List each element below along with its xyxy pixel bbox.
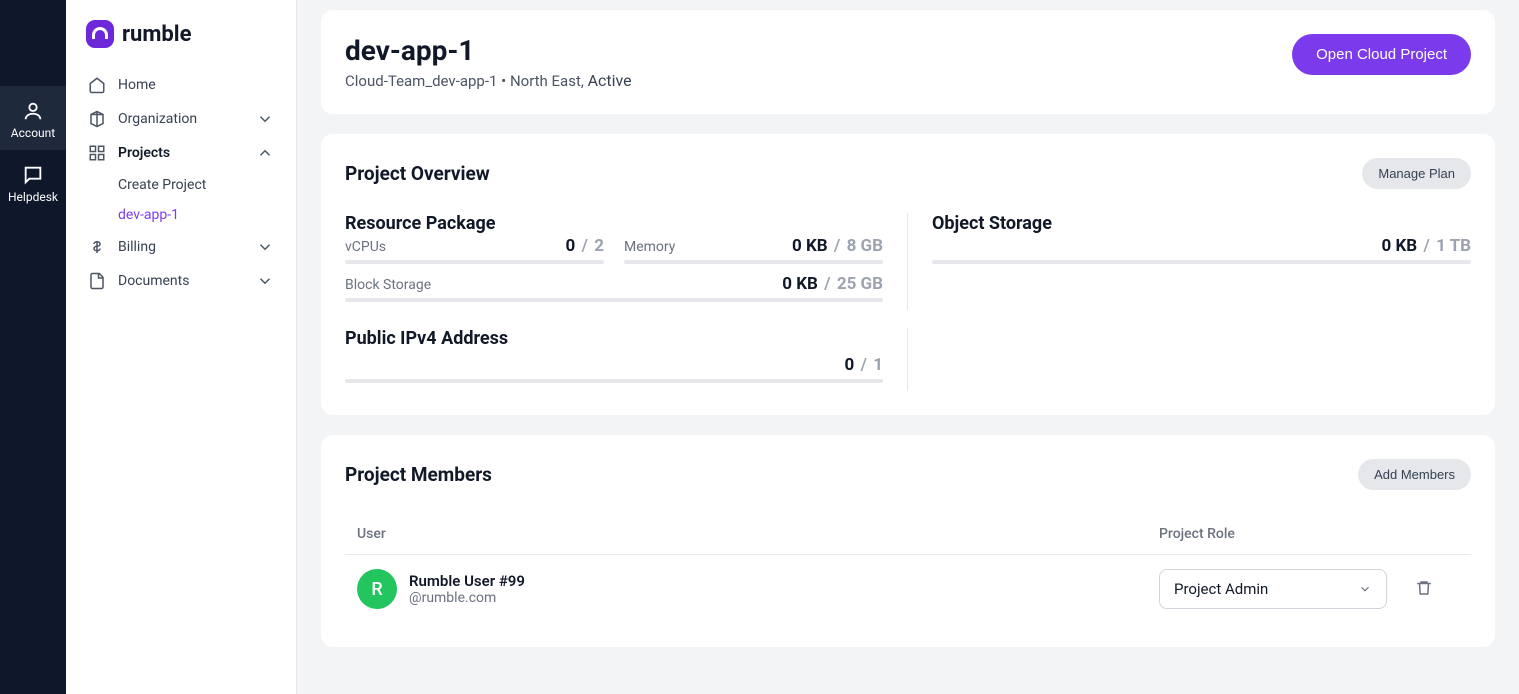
sidebar: rumble Home Organization Projects Create… <box>66 0 297 694</box>
ipv4-max: 1 <box>873 355 883 375</box>
document-icon <box>88 272 106 290</box>
nav-dev-app-1[interactable]: dev-app-1 <box>78 200 284 230</box>
object-storage-title: Object Storage <box>932 213 1471 234</box>
brand-logo[interactable]: rumble <box>78 16 284 68</box>
trash-icon <box>1415 579 1433 597</box>
metric-memory: Memory 0 KB / 8 GB <box>624 236 883 264</box>
obj-storage-bar <box>932 260 1471 264</box>
chat-icon <box>22 164 44 186</box>
role-select[interactable]: Project Admin <box>1159 569 1387 609</box>
rail-account[interactable]: Account <box>0 86 66 150</box>
subtitle-status: Active <box>588 71 632 90</box>
cloud-icon <box>86 20 114 48</box>
vcpus-max: 2 <box>594 236 604 256</box>
add-members-button[interactable]: Add Members <box>1358 459 1471 490</box>
chevron-down-icon <box>1358 582 1372 596</box>
home-icon <box>88 76 106 94</box>
main-content: dev-app-1 Cloud-Team_dev-app-1 • North E… <box>297 0 1519 694</box>
memory-max: 8 GB <box>847 236 883 256</box>
chevron-down-icon <box>256 238 274 256</box>
vcpus-label: vCPUs <box>345 239 386 255</box>
nav-organization[interactable]: Organization <box>78 102 284 136</box>
nav-projects[interactable]: Projects <box>78 136 284 170</box>
nav-home[interactable]: Home <box>78 68 284 102</box>
dollar-icon <box>88 238 106 256</box>
open-cloud-project-button[interactable]: Open Cloud Project <box>1292 34 1471 75</box>
nav-billing[interactable]: Billing <box>78 230 284 264</box>
nav-home-label: Home <box>118 77 156 93</box>
resource-package-title: Resource Package <box>345 213 883 234</box>
metric-object-storage: 0 KB / 1 TB <box>932 236 1471 264</box>
obj-storage-value: 0 KB <box>1382 236 1418 256</box>
col-user-header: User <box>357 526 1159 542</box>
ipv4-value: 0 <box>845 355 855 375</box>
subtitle-region: North East <box>510 72 581 90</box>
user-icon <box>22 100 44 122</box>
vcpus-bar <box>345 260 604 264</box>
members-title: Project Members <box>345 463 492 486</box>
page-title: dev-app-1 <box>345 34 632 67</box>
brand-name: rumble <box>122 22 192 47</box>
subtitle-org: Cloud-Team_dev-app-1 <box>345 72 497 90</box>
rail-helpdesk-label: Helpdesk <box>8 190 58 204</box>
nav-create-project[interactable]: Create Project <box>78 170 284 200</box>
col-role-header: Project Role <box>1159 526 1459 542</box>
nav-documents[interactable]: Documents <box>78 264 284 298</box>
chevron-down-icon <box>256 110 274 128</box>
manage-plan-button[interactable]: Manage Plan <box>1362 158 1471 189</box>
block-storage-max: 25 GB <box>837 274 883 294</box>
page-subtitle: Cloud-Team_dev-app-1 • North East, Activ… <box>345 71 632 90</box>
app-rail: Account Helpdesk <box>0 0 66 694</box>
member-email: @rumble.com <box>409 590 525 606</box>
member-name: Rumble User #99 <box>409 572 525 590</box>
metric-ipv4: 0 / 1 <box>345 355 883 383</box>
grid-icon <box>88 144 106 162</box>
obj-storage-max: 1 TB <box>1436 236 1471 256</box>
nav-documents-label: Documents <box>118 273 189 289</box>
project-members-card: Project Members Add Members User Project… <box>321 435 1495 647</box>
role-value: Project Admin <box>1174 580 1268 598</box>
delete-member-button[interactable] <box>1415 579 1433 600</box>
metric-vcpus: vCPUs 0 / 2 <box>345 236 604 264</box>
metric-block-storage: Block Storage 0 KB / 25 GB <box>345 274 883 302</box>
avatar: R <box>357 569 397 609</box>
memory-bar <box>624 260 883 264</box>
block-storage-label: Block Storage <box>345 277 431 293</box>
overview-title: Project Overview <box>345 162 490 185</box>
cube-icon <box>88 110 106 128</box>
project-overview-card: Project Overview Manage Plan Resource Pa… <box>321 134 1495 415</box>
public-ipv4-title: Public IPv4 Address <box>345 328 883 349</box>
vcpus-value: 0 <box>566 236 576 256</box>
nav-organization-label: Organization <box>118 111 197 127</box>
nav-billing-label: Billing <box>118 239 156 255</box>
memory-value: 0 KB <box>792 236 828 256</box>
chevron-down-icon <box>256 272 274 290</box>
chevron-up-icon <box>256 144 274 162</box>
rail-account-label: Account <box>11 126 55 140</box>
rail-helpdesk[interactable]: Helpdesk <box>0 150 66 214</box>
member-row: R Rumble User #99 @rumble.com Project Ad… <box>345 555 1471 623</box>
memory-label: Memory <box>624 239 675 255</box>
ipv4-bar <box>345 379 883 383</box>
block-storage-value: 0 KB <box>782 274 818 294</box>
project-header-card: dev-app-1 Cloud-Team_dev-app-1 • North E… <box>321 10 1495 114</box>
nav-projects-label: Projects <box>118 145 170 161</box>
block-storage-bar <box>345 298 883 302</box>
